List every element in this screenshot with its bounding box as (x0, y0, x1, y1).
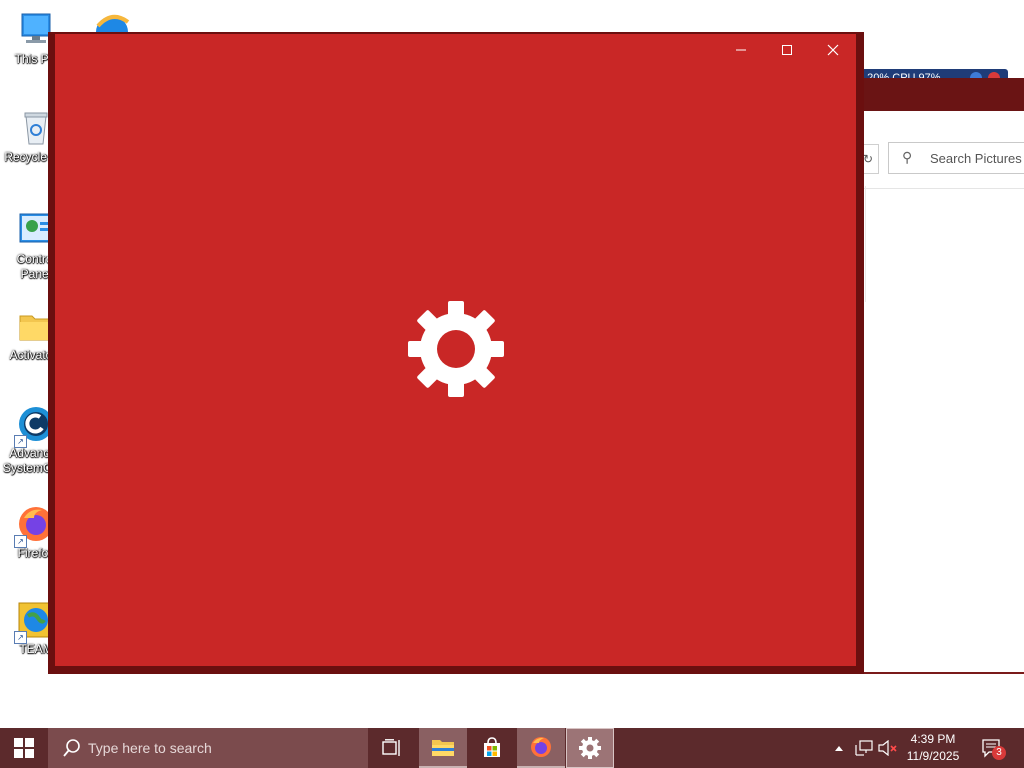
start-button[interactable] (0, 728, 48, 768)
gear-icon (408, 301, 504, 397)
folder-icon (432, 740, 454, 756)
settings-splash (55, 34, 856, 666)
taskbar-clock[interactable]: 4:39 PM 11/9/2025 (898, 731, 968, 765)
network-button[interactable] (852, 728, 876, 768)
refresh-icon: ↻ (862, 152, 874, 166)
maximize-icon (782, 45, 792, 55)
action-center-button[interactable]: 3 (972, 728, 1012, 768)
search-icon: ⚲ (902, 149, 913, 165)
minimize-button[interactable] (718, 34, 764, 66)
task-view-icon (382, 739, 400, 756)
microsoft-store-button[interactable] (468, 728, 516, 768)
close-button[interactable] (810, 34, 856, 66)
clock-time: 4:39 PM (910, 732, 956, 746)
partial-browser-icon[interactable] (92, 10, 132, 48)
close-icon (827, 44, 839, 56)
settings-taskbar-button[interactable] (566, 728, 614, 768)
chevron-up-icon (835, 746, 843, 751)
notification-count-badge: 3 (992, 746, 1006, 760)
volume-button[interactable] (876, 728, 900, 768)
network-icon (855, 740, 873, 756)
volume-muted-icon (878, 740, 897, 756)
firefox-icon (531, 737, 551, 757)
file-explorer-taskbar-button[interactable] (419, 728, 467, 768)
taskbar: Type here to search 4:39 PM 11/9/2025 3 (0, 728, 1024, 768)
shortcut-arrow-icon: ↗ (14, 631, 27, 644)
search-icon (63, 739, 80, 757)
settings-window[interactable] (48, 32, 864, 674)
shortcut-arrow-icon: ↗ (14, 435, 27, 448)
desktop: This PC Recycle Bin Control Panel Activa… (0, 0, 1024, 728)
taskbar-search-placeholder: Type here to search (88, 740, 212, 756)
show-hidden-icons-button[interactable] (830, 728, 848, 768)
search-pictures-field[interactable]: ⚲ Search Pictures (888, 142, 1024, 174)
maximize-button[interactable] (764, 34, 810, 66)
taskbar-search-box[interactable]: Type here to search (48, 728, 368, 768)
shortcut-arrow-icon: ↗ (14, 535, 27, 548)
clock-date: 11/9/2025 (906, 749, 960, 763)
task-view-button[interactable] (368, 728, 416, 768)
search-pictures-placeholder: Search Pictures (930, 151, 1022, 166)
firefox-taskbar-button[interactable] (517, 728, 565, 768)
pane-divider (865, 186, 866, 302)
windows-logo-icon (14, 738, 34, 758)
gear-icon (579, 737, 601, 759)
minimize-icon (736, 49, 746, 51)
store-icon (484, 737, 500, 757)
